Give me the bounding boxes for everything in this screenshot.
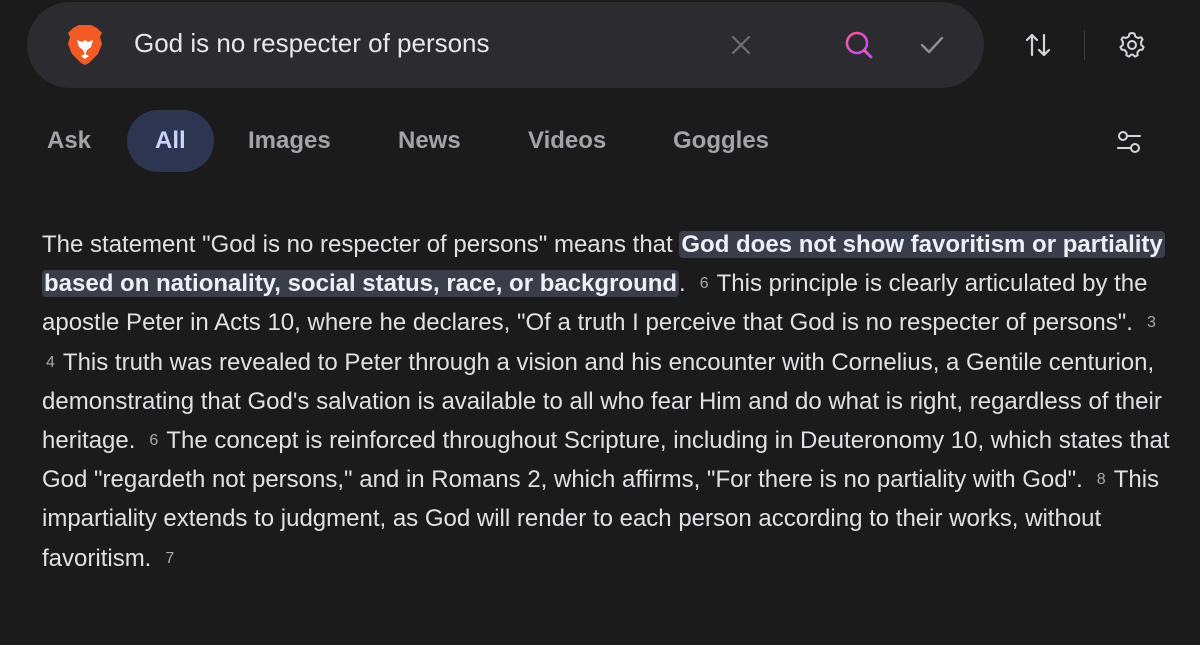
search-input[interactable]: God is no respecter of persons xyxy=(134,28,490,59)
citation-link[interactable]: 3 xyxy=(1147,303,1156,342)
citation-link[interactable]: 6 xyxy=(149,421,158,460)
sliders-icon[interactable] xyxy=(1115,129,1143,155)
tab-videos[interactable]: Videos xyxy=(528,110,606,172)
citation-link[interactable]: 4 xyxy=(46,343,55,382)
tab-news[interactable]: News xyxy=(398,110,461,172)
search-tabs: Ask All Images News Videos Goggles xyxy=(0,110,1200,172)
citation-link[interactable]: 8 xyxy=(1097,460,1106,499)
answer-text: The statement "God is no respecter of pe… xyxy=(42,231,680,258)
answer-text: . xyxy=(679,270,686,298)
check-icon[interactable] xyxy=(917,31,947,59)
brave-lion-icon[interactable] xyxy=(65,24,105,66)
close-icon[interactable] xyxy=(727,31,755,59)
ai-answer: The statement "God is no respecter of pe… xyxy=(42,225,1172,578)
tab-goggles[interactable]: Goggles xyxy=(673,110,769,172)
tab-images[interactable]: Images xyxy=(248,110,331,172)
citation-link[interactable]: 7 xyxy=(165,539,174,578)
answer-text: The concept is reinforced throughout Scr… xyxy=(42,427,1170,494)
tab-ask[interactable]: Ask xyxy=(47,110,91,172)
search-icon[interactable] xyxy=(843,29,875,61)
toolbar-divider xyxy=(1084,30,1085,60)
tab-all[interactable]: All xyxy=(127,110,214,172)
search-bar[interactable]: God is no respecter of persons xyxy=(27,2,984,88)
gear-icon[interactable] xyxy=(1118,31,1146,59)
sort-icon[interactable] xyxy=(1024,31,1052,59)
citation-link[interactable]: 6 xyxy=(700,264,709,303)
